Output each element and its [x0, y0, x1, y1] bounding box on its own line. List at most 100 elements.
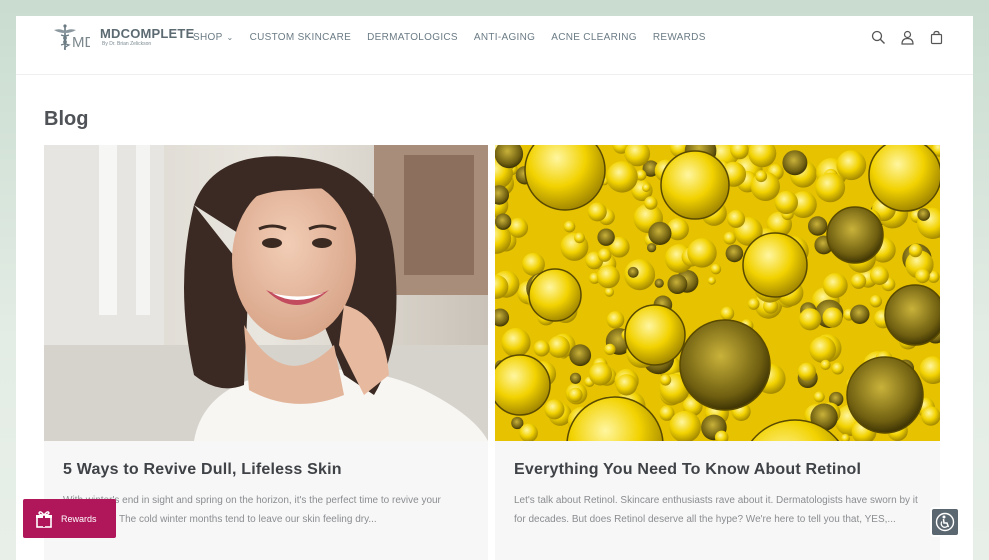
smiling-woman-photo[interactable] — [44, 145, 488, 441]
nav-item-rewards[interactable]: REWARDS — [653, 30, 706, 44]
search-icon — [871, 30, 885, 44]
account-button[interactable] — [898, 28, 916, 46]
oil-bubble — [568, 387, 583, 403]
oil-bubble — [742, 232, 808, 298]
rewards-widget-button[interactable]: Rewards — [23, 499, 116, 538]
svg-text:MD: MD — [72, 34, 90, 51]
post-excerpt: With winter's end in sight and spring on… — [63, 495, 441, 525]
nav-item-label: DERMATOLOGICS — [367, 31, 458, 43]
oil-bubble — [826, 206, 884, 264]
post-excerpt: Let's talk about Retinol. Skincare enthu… — [514, 495, 918, 525]
oil-bubble — [747, 298, 760, 310]
oil-bubble — [587, 202, 607, 222]
oil-bubble — [569, 344, 592, 367]
oil-bubble — [528, 268, 582, 322]
nav-item-custom-skincare[interactable]: CUSTOM SKINCARE — [250, 30, 352, 44]
oil-bubble — [660, 150, 730, 220]
accessibility-button[interactable] — [930, 507, 960, 537]
brand-logo[interactable]: MD MDCOMPLETE By Dr. Brian Zelickson — [50, 23, 194, 53]
post-title[interactable]: Everything You Need To Know About Retino… — [514, 461, 861, 479]
oil-bubble — [606, 311, 625, 329]
oil-bubble — [563, 220, 576, 233]
post-title[interactable]: 5 Ways to Revive Dull, Lifeless Skin — [63, 461, 342, 479]
oil-bubbles-illustration — [495, 145, 940, 441]
nav-item-label: SHOP — [193, 31, 223, 43]
nav-item-label: ACNE CLEARING — [551, 31, 637, 43]
oil-bubble — [820, 359, 831, 370]
nav-item-acne-clearing[interactable]: ACNE CLEARING — [551, 30, 637, 44]
oil-bubble — [533, 340, 550, 357]
search-button[interactable] — [869, 28, 887, 46]
main-nav: SHOP ⌄ CUSTOM SKINCARE DERMATOLOGICS ANT… — [193, 30, 722, 44]
oil-bubble — [774, 190, 798, 215]
blog-post-card[interactable]: Everything You Need To Know About Retino… — [495, 145, 940, 560]
oil-bubble — [687, 238, 717, 268]
oil-bubble — [508, 217, 529, 238]
oil-bubble — [813, 391, 825, 403]
oil-bubble — [755, 170, 768, 183]
oil-bubble — [846, 356, 924, 434]
oil-bubble — [850, 273, 867, 289]
oil-bubble — [725, 244, 744, 263]
accessibility-icon — [935, 512, 955, 532]
oil-bubble — [868, 145, 940, 212]
oil-bubble — [808, 216, 828, 236]
oil-bubble — [647, 243, 657, 253]
oil-bubble — [908, 243, 923, 258]
blog-post-card[interactable]: 5 Ways to Revive Dull, Lifeless Skin Wit… — [44, 145, 488, 560]
oil-bubble — [597, 248, 612, 262]
oil-bubbles-photo[interactable] — [495, 145, 940, 441]
oil-bubble — [836, 150, 867, 181]
nav-item-shop[interactable]: SHOP ⌄ — [193, 30, 234, 44]
oil-bubble — [869, 295, 882, 308]
oil-bubble — [782, 150, 808, 176]
oil-bubble — [797, 362, 816, 381]
oil-bubble — [723, 231, 737, 245]
woman-photo-illustration — [44, 145, 488, 441]
oil-bubble — [831, 362, 844, 375]
nav-item-anti-aging[interactable]: ANTI-AGING — [474, 30, 535, 44]
brand-name: MDCOMPLETE — [100, 26, 195, 41]
nav-item-dermatologics[interactable]: DERMATOLOGICS — [367, 30, 458, 44]
oil-bubble — [822, 273, 848, 298]
oil-bubble — [917, 208, 930, 221]
oil-bubble — [809, 336, 836, 363]
oil-bubble — [597, 228, 615, 246]
oil-bubble — [606, 161, 638, 193]
oil-bubble — [660, 374, 672, 386]
oil-bubble — [574, 232, 585, 244]
account-icon — [900, 30, 914, 45]
oil-bubble — [627, 266, 639, 278]
oil-bubble — [654, 278, 664, 288]
oil-bubble — [547, 335, 570, 358]
oil-bubble — [495, 213, 512, 230]
oil-bubble — [799, 308, 822, 331]
header-actions — [858, 28, 945, 46]
oil-bubble — [915, 268, 930, 284]
oil-bubble — [604, 343, 616, 356]
oil-bubble — [642, 183, 651, 192]
oil-bubble — [679, 319, 771, 411]
caduceus-icon: MD — [54, 24, 95, 51]
oil-bubble — [615, 374, 638, 396]
oil-bubble — [644, 196, 658, 210]
oil-bubble — [604, 287, 614, 297]
cart-button[interactable] — [927, 28, 945, 46]
oil-bubble — [884, 284, 940, 346]
oil-bubble — [720, 306, 735, 321]
oil-bubble — [822, 307, 843, 328]
oil-bubble — [921, 406, 940, 426]
cart-icon — [930, 30, 942, 44]
oil-bubble — [596, 265, 620, 289]
oil-bubble — [624, 304, 686, 366]
oil-bubble — [588, 362, 613, 386]
oil-bubble — [501, 328, 531, 358]
nav-item-label: CUSTOM SKINCARE — [249, 31, 352, 43]
chevron-down-icon: ⌄ — [226, 32, 234, 42]
oil-bubble — [710, 263, 722, 275]
site-header: MD MDCOMPLETE By Dr. Brian Zelickson SHO… — [16, 16, 973, 75]
rewards-label: Rewards — [61, 513, 97, 524]
page-title: Blog — [44, 108, 89, 130]
oil-bubble — [667, 274, 688, 294]
oil-bubble — [815, 172, 846, 203]
